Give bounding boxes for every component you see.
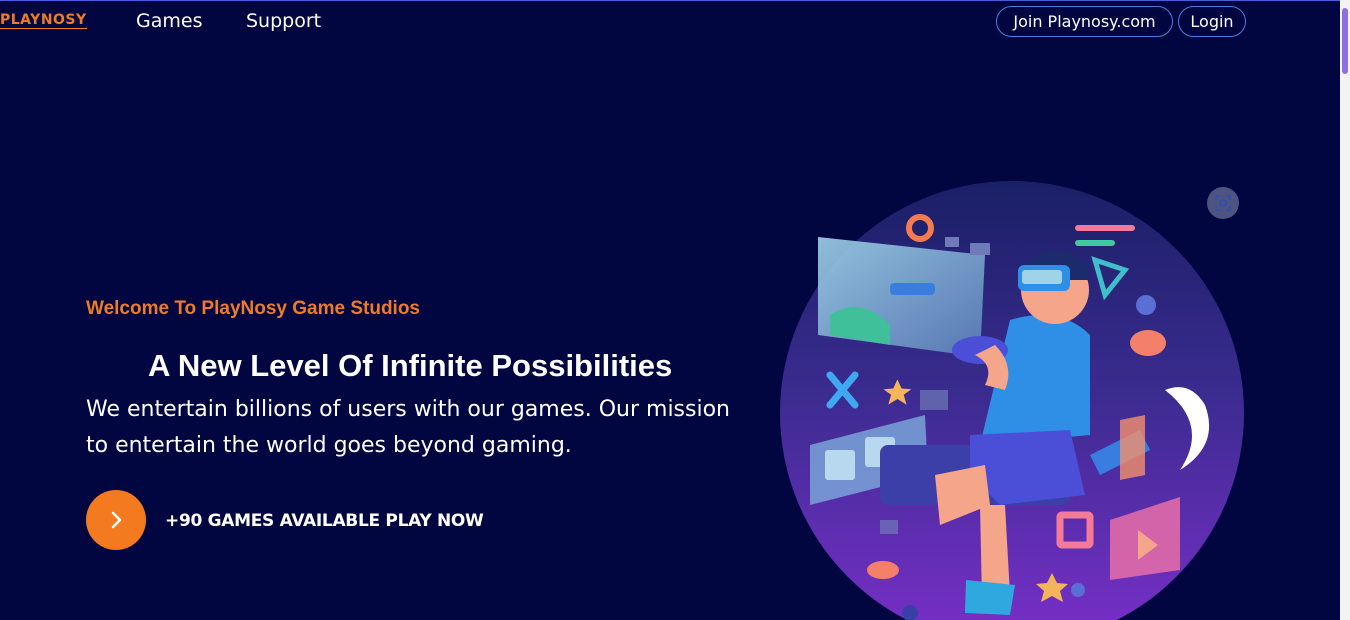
play-now-label[interactable]: +90 GAMES AVAILABLE PLAY NOW: [165, 511, 484, 531]
visual-search-button[interactable]: [1207, 187, 1239, 219]
chevron-right-icon: [111, 511, 122, 529]
hero-subtext: We entertain billions of users with our …: [86, 397, 730, 458]
brand-logo[interactable]: PLAYNOSY: [0, 12, 87, 29]
hero-eyebrow: Welcome To PlayNosy Game Studios: [86, 298, 421, 319]
visual-search-icon: [1215, 195, 1231, 211]
join-button[interactable]: Join Playnosy.com: [996, 6, 1173, 37]
hero-headline: A New Level Of Infinite Possibilities: [148, 348, 673, 383]
scrollbar-thumb[interactable]: [1342, 8, 1348, 74]
top-border: [0, 0, 1350, 1]
play-now-button[interactable]: [86, 490, 146, 550]
nav-games-link[interactable]: Games: [136, 10, 202, 32]
page-scrollbar[interactable]: [1340, 0, 1350, 620]
vr-gamer-illustration: [780, 181, 1244, 620]
nav-support-link[interactable]: Support: [246, 10, 321, 32]
login-button[interactable]: Login: [1178, 6, 1246, 37]
